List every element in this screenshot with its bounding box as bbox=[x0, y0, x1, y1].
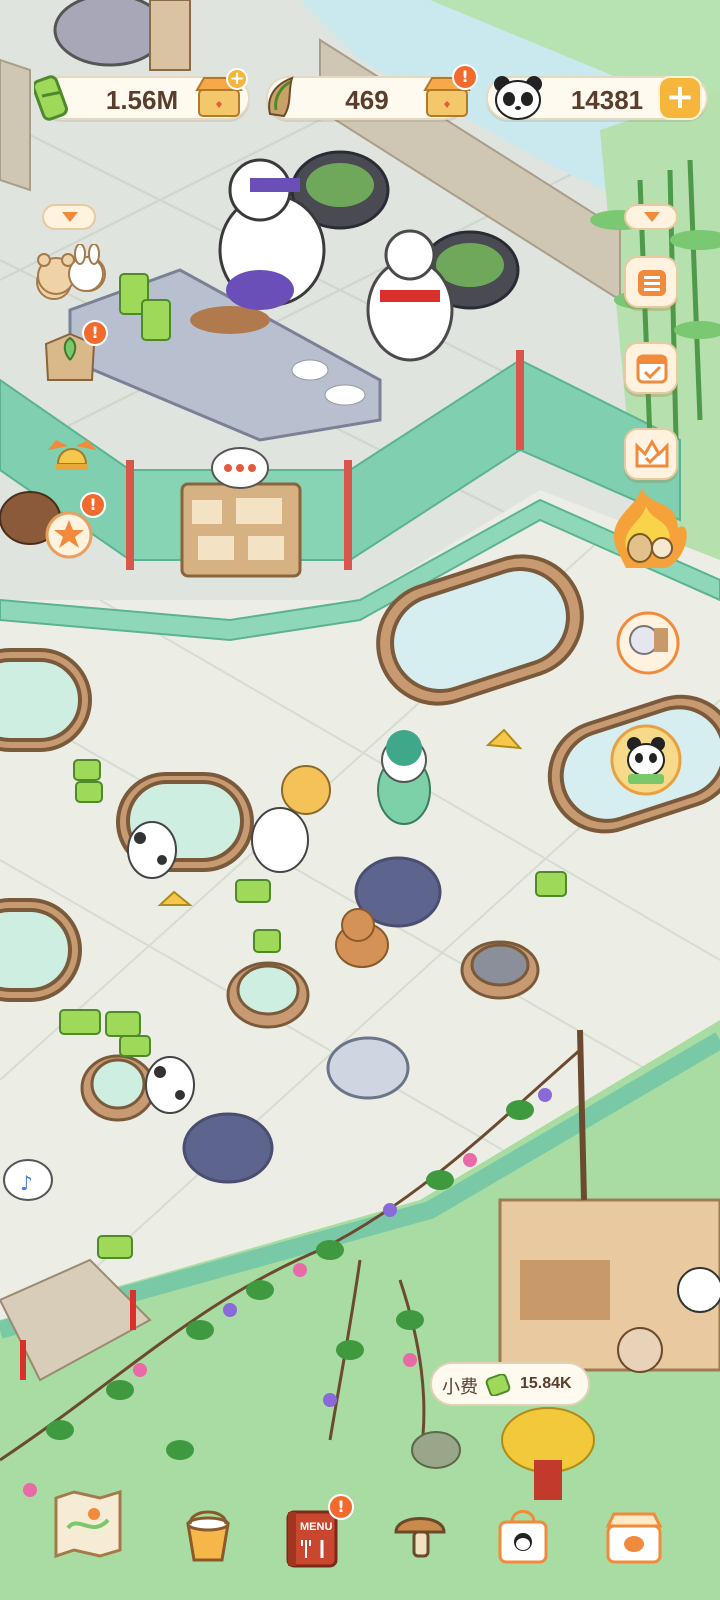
map-button[interactable] bbox=[48, 1484, 122, 1559]
crown-button[interactable] bbox=[624, 428, 678, 480]
tip-label: 小费 bbox=[442, 1377, 478, 1398]
shopping-bag-icon bbox=[498, 1510, 548, 1564]
bamboo-coin-icon bbox=[485, 1374, 511, 1396]
crown-icon bbox=[635, 439, 669, 468]
shoot-shop-button[interactable]: ! bbox=[422, 64, 478, 120]
tip-collect-button[interactable]: 小费 15.84K bbox=[430, 1362, 590, 1406]
garden-button[interactable]: ! bbox=[40, 320, 112, 384]
music-note-icon: ♪ bbox=[20, 1171, 33, 1195]
shopping-button[interactable] bbox=[494, 1504, 566, 1576]
panda-face-icon bbox=[494, 76, 542, 120]
alert-badge: ! bbox=[328, 1494, 354, 1520]
bell-button[interactable] bbox=[40, 420, 104, 480]
resource-bar: 1.56M + 469 ! 14381 + bbox=[34, 64, 708, 124]
character-portrait-icon bbox=[616, 611, 680, 675]
coin-shop-button[interactable]: + bbox=[194, 68, 248, 120]
decorate-button[interactable] bbox=[178, 1504, 250, 1576]
add-currency-button[interactable]: + bbox=[658, 76, 702, 120]
bamboo-shoot-icon bbox=[268, 76, 294, 118]
menu-book-button[interactable]: MENU ! bbox=[282, 1494, 354, 1578]
paint-bucket-icon bbox=[186, 1510, 230, 1562]
ingredients-button[interactable] bbox=[392, 1506, 464, 1578]
task-list-button[interactable] bbox=[624, 256, 678, 308]
tip-value: 15.84K bbox=[520, 1375, 572, 1392]
star-button[interactable]: ! bbox=[44, 492, 106, 560]
bamboo-coin-value: 1.56M bbox=[105, 85, 179, 115]
map-icon bbox=[54, 1489, 122, 1559]
bell-icon bbox=[48, 440, 96, 470]
menu-label: MENU bbox=[300, 1521, 332, 1533]
panda-value: 14381 bbox=[570, 85, 644, 115]
bamboo-coin-icon bbox=[34, 75, 68, 121]
chevron-down-icon bbox=[62, 212, 78, 222]
music-event-icon bbox=[613, 488, 687, 568]
panda-event-icon bbox=[610, 724, 682, 796]
friends-button[interactable] bbox=[34, 243, 108, 300]
mushroom-icon bbox=[394, 1517, 446, 1558]
plus-icon: + bbox=[665, 77, 695, 117]
chevron-down-icon bbox=[644, 212, 660, 222]
character-portrait-button[interactable] bbox=[612, 610, 684, 676]
panda-event-button[interactable] bbox=[606, 720, 686, 800]
plus-icon: + bbox=[226, 68, 248, 90]
treasure-box-button[interactable] bbox=[604, 1504, 676, 1576]
alert-badge: ! bbox=[82, 320, 108, 346]
alert-badge: ! bbox=[80, 492, 106, 518]
calendar-check-icon bbox=[636, 354, 668, 384]
star-icon bbox=[45, 511, 93, 559]
treasure-box-icon bbox=[605, 1512, 663, 1564]
alert-badge: ! bbox=[452, 64, 478, 90]
calendar-button[interactable] bbox=[624, 342, 678, 394]
right-panel-collapse-button[interactable] bbox=[624, 204, 678, 230]
bamboo-shoot-value: 469 bbox=[345, 85, 389, 115]
left-panel-collapse-button[interactable] bbox=[42, 204, 96, 230]
task-list-icon bbox=[638, 270, 666, 296]
bear-friends-icon bbox=[37, 243, 104, 295]
panda-counter: 14381 + bbox=[486, 76, 708, 120]
music-event-button[interactable] bbox=[606, 488, 694, 574]
